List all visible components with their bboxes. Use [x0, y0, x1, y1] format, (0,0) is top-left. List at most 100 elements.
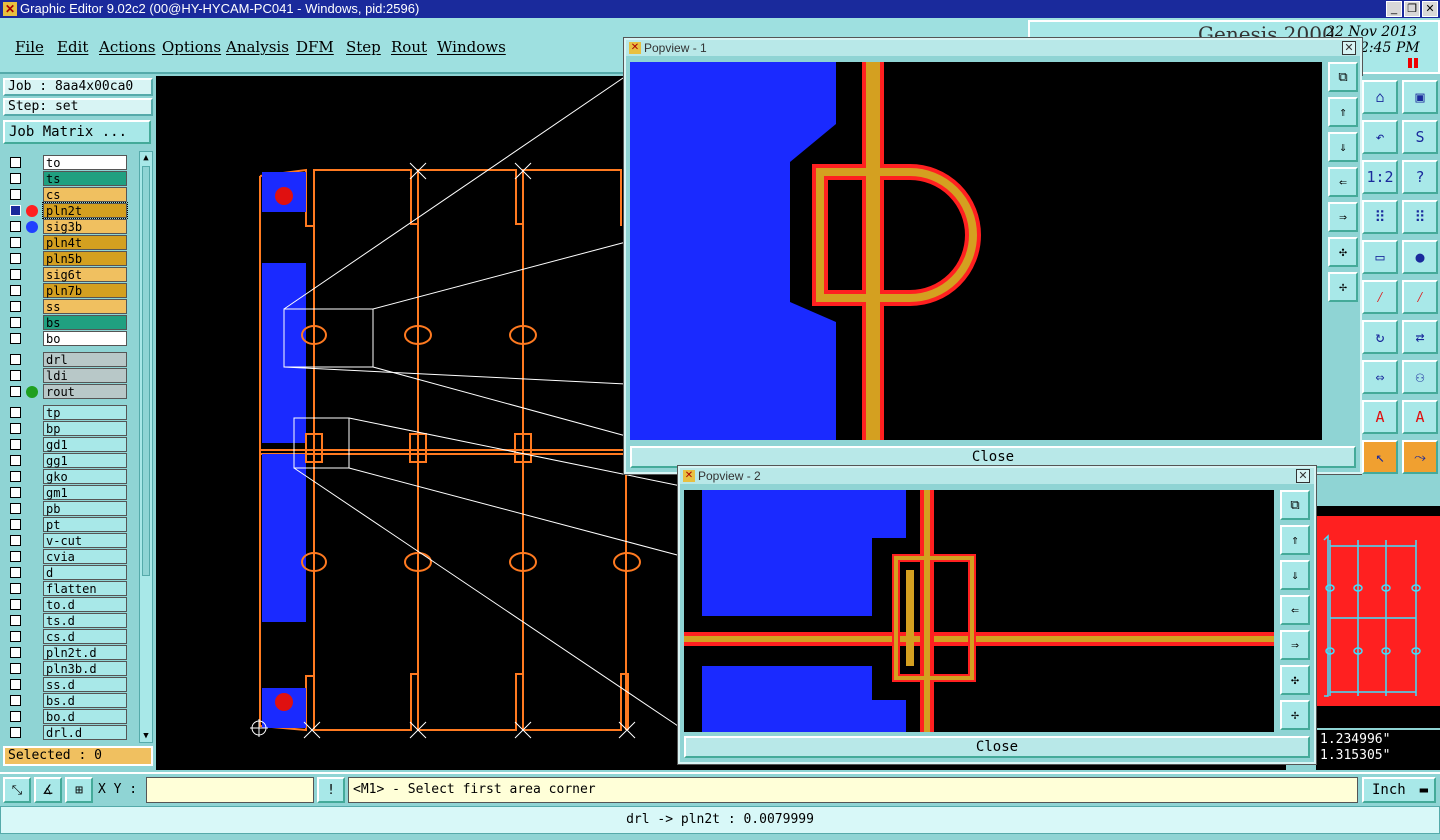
layer-name[interactable]: pln2t.d [43, 645, 127, 660]
layer-name[interactable]: cs.d [43, 629, 127, 644]
alert-icon[interactable]: ! [317, 777, 345, 803]
layer-name[interactable]: bs [43, 315, 127, 330]
layer-compare-alt-icon[interactable]: ⠿ [1402, 200, 1438, 234]
snap-alt-icon[interactable]: ⁄ [1402, 280, 1438, 314]
popview-pan-right-icon[interactable]: ⇒ [1328, 202, 1358, 232]
layer-row-drl.d[interactable]: drl.d [7, 725, 129, 740]
popview2-zoom-in-icon[interactable]: ✢ [1280, 700, 1310, 730]
layer-row-bs.d[interactable]: bs.d [7, 693, 129, 708]
layer-checkbox[interactable] [10, 253, 21, 264]
undo-icon[interactable]: ↶ [1362, 120, 1398, 154]
layer-name[interactable]: ts [43, 171, 127, 186]
layer-name[interactable]: pln2t [42, 202, 128, 219]
popview-2-titlebar[interactable]: ✕ Popview - 2 ✕ [680, 468, 1314, 484]
minimize-button[interactable]: _ [1386, 1, 1402, 17]
layer-name[interactable]: v-cut [43, 533, 127, 548]
layer-name[interactable]: pb [43, 501, 127, 516]
layer-name[interactable]: ss.d [43, 677, 127, 692]
ratio-1-2-icon[interactable]: 1:2 [1362, 160, 1398, 194]
layer-row-bo[interactable]: bo [7, 331, 129, 346]
layer-checkbox[interactable] [10, 695, 21, 706]
layer-row-ss[interactable]: ss [7, 299, 129, 314]
popview-1-canvas[interactable] [630, 62, 1322, 440]
layer-name[interactable]: drl.d [43, 725, 127, 740]
menu-dfm[interactable]: DFM [296, 38, 334, 56]
popview2-pan-left-icon[interactable]: ⇐ [1280, 595, 1310, 625]
layer-row-gko[interactable]: gko [7, 469, 129, 484]
layer-checkbox[interactable] [10, 631, 21, 642]
popview-1-close-icon[interactable]: ✕ [1342, 41, 1356, 55]
xy-input[interactable] [146, 777, 314, 803]
layer-name[interactable]: pln4t [43, 235, 127, 250]
layer-compare-icon[interactable]: ⠿ [1362, 200, 1398, 234]
layer-row-sig6t[interactable]: sig6t [7, 267, 129, 282]
layer-checkbox[interactable] [10, 615, 21, 626]
popview-pan-left-icon[interactable]: ⇐ [1328, 167, 1358, 197]
popview-zoom-out-icon[interactable]: ✣ [1328, 237, 1358, 267]
layer-checkbox[interactable] [10, 333, 21, 344]
overview-map[interactable] [1316, 506, 1440, 728]
layer-name[interactable]: ss [43, 299, 127, 314]
layer-row-d[interactable]: d [7, 565, 129, 580]
layer-row-pln2t.d[interactable]: pln2t.d [7, 645, 129, 660]
layer-checkbox[interactable] [10, 157, 21, 168]
layer-row-pt[interactable]: pt [7, 517, 129, 532]
menu-analysis[interactable]: Analysis [226, 38, 289, 56]
layer-name[interactable]: cs [43, 187, 127, 202]
layer-checkbox[interactable] [10, 386, 21, 397]
popview2-zoom-fit-icon[interactable]: ⧉ [1280, 490, 1310, 520]
popview-pan-down-icon[interactable]: ⇓ [1328, 132, 1358, 162]
layer-name[interactable]: pln7b [43, 283, 127, 298]
layer-row-flatten[interactable]: flatten [7, 581, 129, 596]
menu-rout[interactable]: Rout [391, 38, 427, 56]
layer-row-v-cut[interactable]: v-cut [7, 533, 129, 548]
units-select[interactable]: Inch ▬ [1362, 777, 1436, 803]
menu-file[interactable]: File [15, 38, 44, 56]
layer-name[interactable]: sig3b [43, 219, 127, 234]
layer-checkbox[interactable] [10, 189, 21, 200]
layer-name[interactable]: gko [43, 469, 127, 484]
layer-checkbox[interactable] [10, 407, 21, 418]
layer-name[interactable]: gg1 [43, 453, 127, 468]
help-icon[interactable]: ? [1402, 160, 1438, 194]
layer-row-pb[interactable]: pb [7, 501, 129, 516]
layer-checkbox[interactable] [10, 317, 21, 328]
layer-checkbox[interactable] [10, 711, 21, 722]
layer-name[interactable]: flatten [43, 581, 127, 596]
layer-row-ts[interactable]: ts [7, 171, 129, 186]
pad-icon[interactable]: ● [1402, 240, 1438, 274]
layer-name[interactable]: pt [43, 517, 127, 532]
layer-checkbox[interactable] [10, 663, 21, 674]
layer-row-pln5b[interactable]: pln5b [7, 251, 129, 266]
layer-name[interactable]: bs.d [43, 693, 127, 708]
layer-row-cvia[interactable]: cvia [7, 549, 129, 564]
popview2-pan-right-icon[interactable]: ⇒ [1280, 630, 1310, 660]
layer-name[interactable]: d [43, 565, 127, 580]
popview-zoom-in-icon[interactable]: ✢ [1328, 272, 1358, 302]
popview-1-titlebar[interactable]: ✕ Popview - 1 ✕ [626, 40, 1360, 56]
layer-name[interactable]: bo.d [43, 709, 127, 724]
layer-row-bo.d[interactable]: bo.d [7, 709, 129, 724]
layer-checkbox[interactable] [10, 173, 21, 184]
popview2-pan-up-icon[interactable]: ⇑ [1280, 525, 1310, 555]
layer-name[interactable]: to.d [43, 597, 127, 612]
snap-icon[interactable]: ⁄ [1362, 280, 1398, 314]
layer-checkbox[interactable] [10, 354, 21, 365]
layer-row-bs[interactable]: bs [7, 315, 129, 330]
popview-pan-up-icon[interactable]: ⇑ [1328, 97, 1358, 127]
layer-checkbox[interactable] [10, 503, 21, 514]
layer-checkbox[interactable] [10, 519, 21, 530]
layer-name[interactable]: sig6t [43, 267, 127, 282]
layer-checkbox[interactable] [10, 487, 21, 498]
popview-zoom-fit-icon[interactable]: ⧉ [1328, 62, 1358, 92]
redo-icon[interactable]: S [1402, 120, 1438, 154]
layer-checkbox[interactable] [10, 455, 21, 466]
layer-name[interactable]: drl [43, 352, 127, 367]
layer-row-pln4t[interactable]: pln4t [7, 235, 129, 250]
pointer-icon[interactable]: ↖ [1362, 440, 1398, 474]
layer-row-cs.d[interactable]: cs.d [7, 629, 129, 644]
mirror-icon[interactable]: ⇄ [1402, 320, 1438, 354]
layer-row-ss.d[interactable]: ss.d [7, 677, 129, 692]
layer-name[interactable]: bo [43, 331, 127, 346]
maximize-button[interactable]: ❐ [1404, 1, 1420, 17]
